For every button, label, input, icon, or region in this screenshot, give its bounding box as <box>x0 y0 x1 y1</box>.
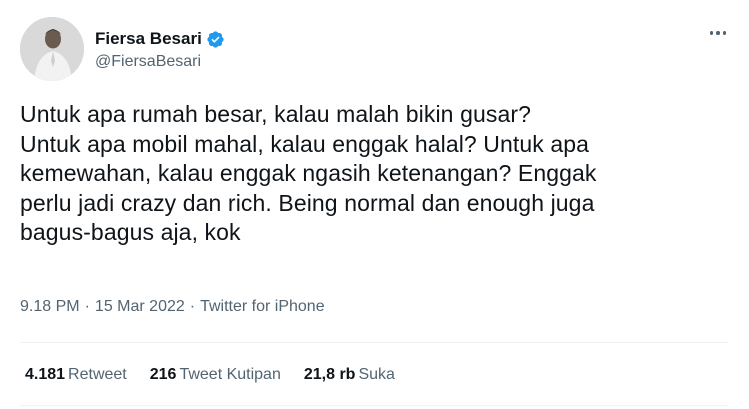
more-dots-icon <box>709 31 714 35</box>
tweet-source[interactable]: Twitter for iPhone <box>200 298 325 316</box>
tweet-text-line: kemewahan, kalau enggak ngasih ketenanga… <box>20 160 597 186</box>
more-dots-icon <box>716 31 720 35</box>
quote-count-link[interactable]: 216 Tweet Kutipan <box>150 366 281 384</box>
like-count: 21,8 rb <box>303 366 356 383</box>
more-dots-icon <box>722 31 727 35</box>
retweet-count-link[interactable]: 4.181 Retweet <box>25 366 127 384</box>
divider <box>20 405 729 406</box>
retweet-label: Retweet <box>68 366 127 383</box>
tweet-header: Fiersa Besari @FiersaBesari <box>20 17 735 81</box>
author-info: Fiersa Besari @FiersaBesari <box>95 28 225 71</box>
verified-badge-icon <box>206 30 225 49</box>
author-handle[interactable]: @FiersaBesari <box>95 53 225 71</box>
meta-separator: · <box>84 298 90 315</box>
tweet-meta: 9.18 PM · 15 Mar 2022 · Twitter for iPho… <box>20 298 325 316</box>
author-name-row: Fiersa Besari <box>95 28 225 50</box>
like-count-link[interactable]: 21,8 rb Suka <box>304 366 395 384</box>
meta-separator: · <box>189 298 196 315</box>
tweet-text: Untuk apa rumah besar, kalau malah bikin… <box>20 100 720 248</box>
tweet-time[interactable]: 9.18 PM <box>20 298 80 316</box>
tweet-text-line: bagus-bagus aja, kok <box>20 219 241 245</box>
tweet-text-line: perlu jadi crazy dan rich. Being normal … <box>20 189 595 216</box>
tweet-card: Fiersa Besari @FiersaBesari Untuk apa ru… <box>0 0 749 409</box>
retweet-count: 4.181 <box>25 366 66 383</box>
more-options-button[interactable] <box>703 21 733 45</box>
tweet-text-line: Untuk apa mobil mahal, kalau enggak hala… <box>20 130 590 157</box>
author-display-name[interactable]: Fiersa Besari <box>95 29 202 49</box>
tweet-text-line: Untuk apa rumah besar, kalau malah bikin… <box>20 101 531 127</box>
tweet-date[interactable]: 15 Mar 2022 <box>95 298 185 316</box>
tweet-stats: 4.181 Retweet 216 Tweet Kutipan 21,8 rb Suk… <box>25 366 395 384</box>
like-label: Suka <box>358 366 395 383</box>
divider <box>20 342 729 343</box>
quote-count: 216 <box>149 366 177 383</box>
quote-label: Tweet Kutipan <box>179 366 281 383</box>
avatar[interactable] <box>20 17 84 81</box>
avatar-photo-icon <box>20 17 84 81</box>
